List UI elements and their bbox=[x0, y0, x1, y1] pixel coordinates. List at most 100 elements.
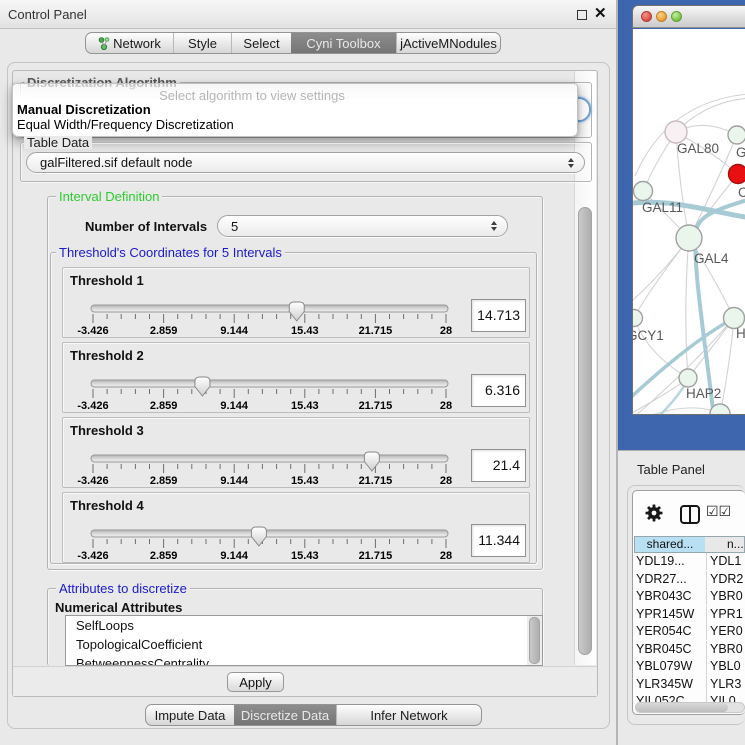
network-graph: GAL80 GA C GAL11 GAL4 GCY1 H HAP2 bbox=[633, 29, 745, 415]
network-window: GAL80 GA C GAL11 GAL4 GCY1 H HAP2 bbox=[632, 5, 745, 415]
svg-text:2.859: 2.859 bbox=[150, 550, 178, 562]
cell-shared-name: YBL079W bbox=[636, 658, 704, 675]
slider-thumb[interactable] bbox=[251, 527, 266, 546]
table-hscrollbar-thumb[interactable] bbox=[636, 703, 728, 712]
threshold-value-field[interactable]: 21.4 bbox=[471, 449, 526, 482]
table-row[interactable]: YDL19...YDL1 bbox=[634, 553, 745, 571]
cell-name: YLR3 bbox=[706, 676, 745, 693]
table-row[interactable]: YLR345WYLR3 bbox=[634, 676, 745, 694]
bottom-tab-discretize-data[interactable]: Discretize Data bbox=[234, 705, 336, 725]
control-panel-titlebar: Control Panel ✕ bbox=[0, 0, 618, 29]
table-panel-title: Table Panel bbox=[637, 462, 705, 477]
node-label: H bbox=[736, 326, 745, 341]
apply-button[interactable]: Apply bbox=[227, 672, 284, 692]
table-data-group-title: Table Data bbox=[24, 136, 92, 149]
table-row[interactable]: YDR27...YDR2 bbox=[634, 571, 745, 589]
svg-text:9.144: 9.144 bbox=[220, 325, 248, 337]
table-column-header-name[interactable]: n... bbox=[705, 536, 745, 553]
svg-text:21.715: 21.715 bbox=[359, 550, 393, 562]
network-nodes[interactable] bbox=[633, 121, 745, 415]
cell-name: YBR0 bbox=[706, 641, 745, 658]
svg-text:2.859: 2.859 bbox=[150, 475, 178, 487]
threshold-label: Threshold 4 bbox=[70, 498, 144, 513]
tab-cyni-toolbox[interactable]: Cyni Toolbox bbox=[291, 33, 396, 53]
desktop: Control Panel ✕ NetworkStyleSelectCyni T… bbox=[0, 0, 745, 745]
tab-network[interactable]: Network bbox=[86, 33, 173, 53]
svg-text:2.859: 2.859 bbox=[150, 400, 178, 412]
network-node-red[interactable] bbox=[729, 165, 745, 184]
table-row[interactable]: YBR043CYBR0 bbox=[634, 588, 745, 606]
apply-row bbox=[13, 666, 597, 696]
gear-icon[interactable] bbox=[644, 503, 664, 523]
network-node-hap2[interactable] bbox=[679, 369, 697, 387]
network-window-titlebar[interactable] bbox=[633, 6, 745, 28]
threshold-label: Threshold 3 bbox=[70, 423, 144, 438]
num-intervals-combobox[interactable]: 5 bbox=[217, 215, 508, 237]
attributes-group-title: Attributes to discretize bbox=[56, 582, 190, 595]
svg-text:-3.426: -3.426 bbox=[77, 325, 108, 337]
mac-close-button[interactable] bbox=[641, 11, 652, 22]
svg-text:-3.426: -3.426 bbox=[77, 550, 108, 562]
slider-thumb[interactable] bbox=[289, 302, 304, 321]
num-intervals-value: 5 bbox=[231, 216, 238, 236]
network-node-gcy1[interactable] bbox=[633, 310, 643, 327]
slider-thumb[interactable] bbox=[195, 377, 210, 396]
table-data-combobox[interactable]: galFiltered.sif default node bbox=[26, 152, 585, 173]
cell-name: YDL1 bbox=[706, 553, 745, 570]
network-canvas[interactable]: GAL80 GA C GAL11 GAL4 GCY1 H HAP2 bbox=[633, 29, 745, 415]
mac-zoom-button[interactable] bbox=[671, 11, 682, 22]
attribute-list-item[interactable]: TopologicalCoefficient bbox=[66, 635, 542, 654]
checkbox-icons[interactable]: ☑☑ bbox=[706, 503, 731, 520]
node-label: GAL11 bbox=[642, 200, 683, 215]
threshold-1-box: Threshold 1-3.4262.8599.14415.4321.71528… bbox=[62, 267, 530, 338]
list-scrollbar-thumb[interactable] bbox=[529, 617, 540, 664]
network-node-gal80[interactable] bbox=[665, 121, 687, 143]
popup-item-manual[interactable]: Manual Discretization bbox=[17, 102, 151, 117]
cell-name: YER0 bbox=[706, 623, 745, 640]
threshold-value-field[interactable]: 14.713 bbox=[471, 299, 526, 332]
table-row[interactable]: YER054CYER0 bbox=[634, 623, 745, 641]
numerical-attributes-list[interactable]: SelfLoopsTopologicalCoefficientBetweenne… bbox=[65, 615, 543, 666]
attribute-list-item[interactable]: SelfLoops bbox=[66, 616, 542, 635]
threshold-2-box: Threshold 2-3.4262.8599.14415.4321.71528… bbox=[62, 342, 530, 413]
thresholds-group-title: Threshold's Coordinates for 5 Intervals bbox=[56, 246, 285, 259]
slider-thumb[interactable] bbox=[364, 452, 379, 471]
node-label: GA bbox=[736, 145, 745, 160]
tab-jactivemnodules[interactable]: jActiveMNodules bbox=[396, 33, 500, 53]
tab-select[interactable]: Select bbox=[231, 33, 291, 53]
interval-definition-title: Interval Definition bbox=[56, 190, 162, 203]
window-title: Control Panel bbox=[8, 0, 87, 29]
threshold-value-field[interactable]: 6.316 bbox=[471, 374, 526, 407]
float-window-icon[interactable] bbox=[577, 10, 587, 20]
svg-text:9.144: 9.144 bbox=[220, 400, 248, 412]
table-row[interactable]: YBR045CYBR0 bbox=[634, 641, 745, 659]
attribute-list-item[interactable]: BetweennessCentrality bbox=[66, 654, 542, 666]
form-scrollbar-thumb[interactable] bbox=[578, 207, 592, 655]
control-panel-tabbar: NetworkStyleSelectCyni ToolboxjActiveMNo… bbox=[85, 32, 501, 54]
table-row[interactable]: YBL079WYBL0 bbox=[634, 658, 745, 676]
popup-item-equal-width[interactable]: Equal Width/Frequency Discretization bbox=[17, 117, 234, 132]
svg-text:28: 28 bbox=[440, 400, 452, 412]
network-node-gal11[interactable] bbox=[634, 182, 653, 201]
svg-text:21.715: 21.715 bbox=[359, 325, 393, 337]
node-label: GCY1 bbox=[633, 328, 664, 343]
close-icon[interactable]: ✕ bbox=[594, 4, 607, 22]
svg-text:28: 28 bbox=[440, 550, 452, 562]
threshold-value-field[interactable]: 11.344 bbox=[471, 524, 526, 557]
node-label: C bbox=[738, 185, 745, 200]
mac-minimize-button[interactable] bbox=[656, 11, 667, 22]
network-node-ga[interactable] bbox=[728, 126, 745, 144]
num-intervals-label: Number of Intervals bbox=[85, 219, 207, 234]
split-columns-icon[interactable] bbox=[680, 505, 700, 524]
svg-text:15.43: 15.43 bbox=[291, 550, 319, 562]
table-column-header-shared[interactable]: shared... bbox=[634, 536, 706, 553]
svg-text:15.43: 15.43 bbox=[291, 400, 319, 412]
bottom-tab-impute-data[interactable]: Impute Data bbox=[146, 705, 234, 725]
numerical-attributes-label: Numerical Attributes bbox=[55, 600, 182, 615]
cell-shared-name: YPR145W bbox=[636, 606, 704, 623]
split-columns-divider bbox=[689, 507, 691, 522]
table-row[interactable]: YPR145WYPR1 bbox=[634, 606, 745, 624]
bottom-tab-infer-network[interactable]: Infer Network bbox=[336, 705, 481, 725]
network-node-gal4[interactable] bbox=[676, 225, 702, 251]
tab-style[interactable]: Style bbox=[173, 33, 231, 53]
